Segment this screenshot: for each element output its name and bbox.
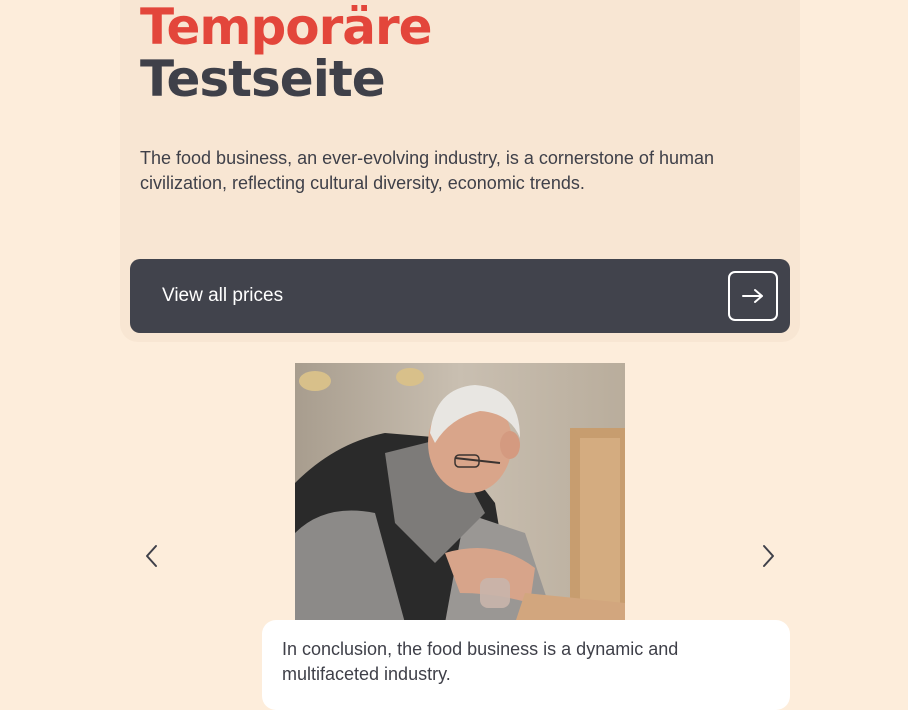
arrow-right-icon	[728, 271, 778, 321]
carousel-next-button[interactable]	[755, 544, 783, 572]
page-title-accent: Temporäre	[140, 0, 433, 56]
carousel-prev-button[interactable]	[137, 544, 165, 572]
hero-description: The food business, an ever-evolving indu…	[140, 148, 714, 193]
page-title: Testseite	[140, 50, 386, 108]
chevron-right-icon	[762, 544, 776, 573]
caption-card: In conclusion, the food business is a dy…	[262, 620, 790, 710]
carousel-photo	[295, 363, 625, 623]
caption-text: In conclusion, the food business is a dy…	[282, 639, 679, 684]
view-all-prices-button[interactable]: View all prices	[130, 259, 790, 333]
chevron-left-icon	[144, 544, 158, 573]
view-all-prices-label: View all prices	[162, 285, 284, 306]
